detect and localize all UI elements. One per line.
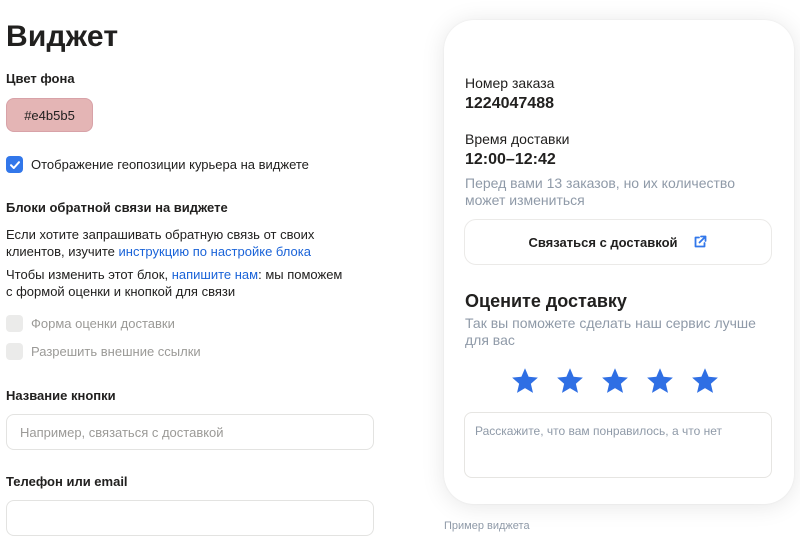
star-icon[interactable] — [600, 366, 630, 396]
widget-example-caption: Пример виджета — [444, 520, 530, 532]
contact-delivery-button[interactable]: Связаться с доставкой — [464, 219, 772, 265]
button-name-label: Название кнопки — [6, 388, 116, 403]
instruction-link[interactable]: инструкцию по настройке блока — [119, 244, 311, 259]
star-icon[interactable] — [690, 366, 720, 396]
checkbox-unchecked[interactable] — [6, 343, 23, 360]
external-links-label: Разрешить внешние ссылки — [31, 344, 201, 359]
feedback-textarea[interactable]: Расскажите, что вам понравилось, а что н… — [464, 412, 772, 478]
bg-color-swatch[interactable]: #e4b5b5 — [6, 98, 93, 132]
bg-color-label: Цвет фона — [6, 71, 75, 86]
rating-form-label: Форма оценки доставки — [31, 316, 175, 331]
button-name-input[interactable]: Например, связаться с доставкой — [6, 414, 374, 450]
star-rating[interactable] — [510, 366, 735, 396]
order-number-value: 1224047488 — [465, 95, 554, 112]
feedback-blocks-title: Блоки обратной связи на виджете — [6, 200, 228, 215]
rate-delivery-subtitle: Так вы поможете сделать наш сервис лучше… — [465, 315, 756, 348]
write-us-link[interactable]: напишите нам — [172, 267, 258, 282]
delivery-time-value: 12:00–12:42 — [465, 151, 556, 168]
page-title: Виджет — [6, 20, 119, 53]
contact-input[interactable] — [6, 500, 374, 536]
queue-note: Перед вами 13 заказов, но их количество … — [465, 175, 735, 208]
external-links-checkbox-row[interactable]: Разрешить внешние ссылки — [6, 343, 201, 360]
feedback-instructions-paragraph: Если хотите запрашивать обратную связь о… — [6, 226, 376, 260]
external-link-icon — [694, 235, 706, 248]
checkbox-checked[interactable] — [6, 156, 23, 173]
order-number-label: Номер заказа — [465, 75, 555, 91]
rating-form-checkbox-row[interactable]: Форма оценки доставки — [6, 315, 175, 332]
paragraph-text: Чтобы изменить этот блок, — [6, 267, 172, 282]
star-icon[interactable] — [555, 366, 585, 396]
feedback-placeholder: Расскажите, что вам понравилось, а что н… — [475, 424, 723, 438]
widget-preview-card: Номер заказа 1224047488 Время доставки 1… — [444, 20, 794, 504]
checkbox-unchecked[interactable] — [6, 315, 23, 332]
show-geo-label: Отображение геопозиции курьера на виджет… — [31, 157, 309, 172]
show-geo-checkbox-row[interactable]: Отображение геопозиции курьера на виджет… — [6, 156, 309, 173]
star-icon[interactable] — [510, 366, 540, 396]
feedback-contact-paragraph: Чтобы изменить этот блок, напишите нам: … — [6, 266, 351, 300]
contact-label: Телефон или email — [6, 474, 128, 489]
star-icon[interactable] — [645, 366, 675, 396]
contact-delivery-button-label: Связаться с доставкой — [528, 234, 678, 250]
rate-delivery-title: Оцените доставку — [465, 291, 627, 311]
button-name-placeholder: Например, связаться с доставкой — [20, 424, 224, 440]
checkmark-icon — [9, 160, 20, 169]
delivery-time-label: Время доставки — [465, 131, 570, 147]
